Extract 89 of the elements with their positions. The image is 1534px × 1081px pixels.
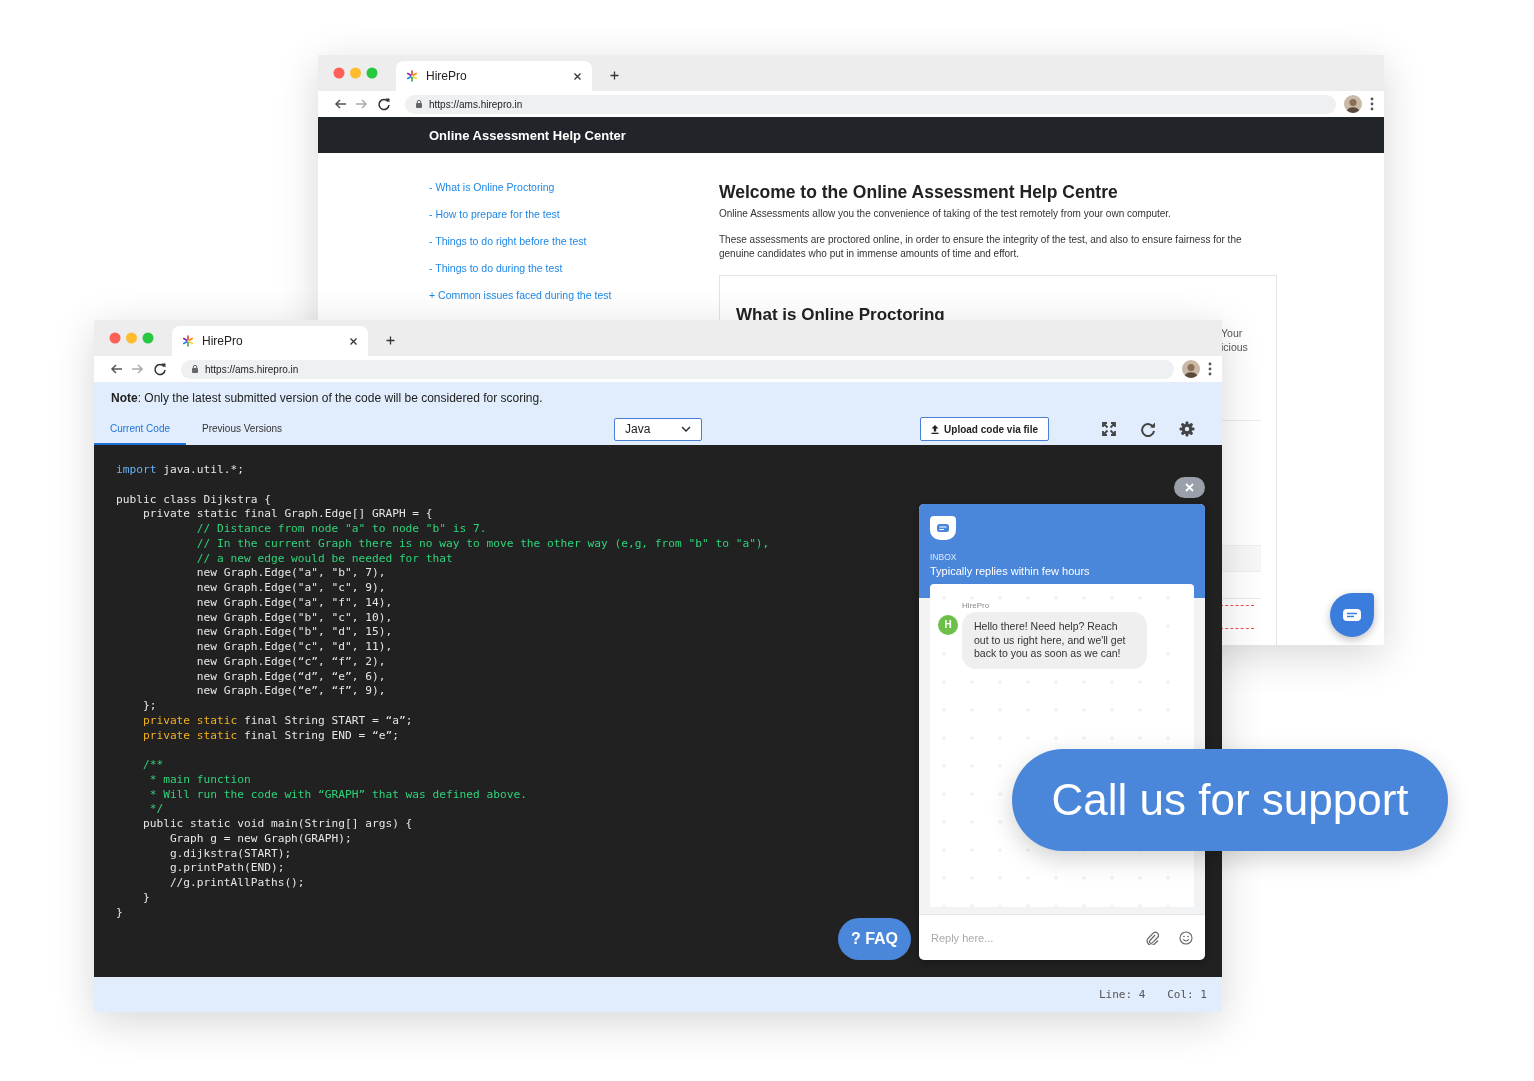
code-line: /** — [141, 758, 164, 773]
chat-launcher-button[interactable] — [1330, 593, 1374, 637]
reply-field[interactable]: Reply here... — [931, 931, 1125, 944]
code-line: // In the current Graph there is no way to move the other way (e,g, from "b" to "a"), — [195, 536, 770, 552]
browser-tab[interactable]: HirePro — [396, 61, 592, 91]
back-arrow-icon[interactable] — [109, 362, 123, 376]
line-indicator: Line: 4 — [1098, 988, 1146, 1001]
nav-link[interactable]: - How to prepare for the test — [429, 207, 560, 221]
more-icon[interactable] — [1208, 362, 1212, 376]
reload-icon[interactable] — [1140, 421, 1156, 437]
code-line: public class Dijkstra { — [116, 492, 271, 508]
close-chat-button[interactable] — [1174, 477, 1205, 498]
code-line: // Distance from node "a" to node "b" is 7. — [195, 522, 487, 537]
support-callout-text: Call us for support — [1051, 775, 1409, 825]
language-dropdown[interactable]: Java — [614, 417, 702, 441]
fullscreen-icon[interactable] — [1101, 421, 1117, 437]
address-bar[interactable]: https://ams.hirepro.in — [405, 94, 1336, 114]
reload-icon[interactable] — [377, 97, 391, 111]
code-line: private static final Graph.Edge[] GRAPH = { — [141, 507, 433, 522]
reply-time-text: Typically replies within few hours — [930, 564, 1091, 579]
plus-icon[interactable] — [386, 335, 395, 345]
code-line: */ — [148, 802, 164, 817]
code-line: new Graph.Edge("b", "c", 10), — [195, 610, 393, 626]
chevron-down-icon — [681, 426, 691, 432]
paperclip-icon[interactable] — [1145, 930, 1159, 945]
close-icon[interactable] — [573, 71, 582, 81]
note-text: Note: Only the latest submitted version of the code will be considered for scoring. — [110, 390, 544, 405]
nav-link[interactable]: - Things to do during the test — [429, 261, 563, 275]
sender-name: HirePro — [962, 600, 991, 612]
settings-icon[interactable] — [1179, 421, 1195, 437]
faq-button[interactable]: ? FAQ — [838, 918, 911, 960]
sender-avatar: H — [938, 615, 958, 635]
code-line: g.printPath(END); — [168, 861, 285, 876]
code-line: // a new edge would be needed for that — [195, 551, 453, 567]
window-controls-icon — [333, 67, 378, 79]
card-heading: What is Online Proctoring — [736, 304, 946, 326]
code-line: }; — [141, 699, 157, 714]
code-line: g.dijkstra(START); — [168, 846, 292, 862]
text-fragment: icious — [1221, 340, 1249, 354]
code-line: * main function — [148, 772, 251, 788]
lock-icon — [191, 364, 199, 374]
chat-icon — [930, 516, 956, 540]
paragraph: Online Assessments allow you the convenience of taking of the test remotely from your own computer. — [719, 207, 1172, 221]
upload-icon — [931, 424, 940, 434]
code-line: private static final String END = “e”; — [141, 728, 399, 744]
emoji-icon[interactable] — [1179, 930, 1193, 945]
reload-icon[interactable] — [153, 362, 167, 376]
code-line: new Graph.Edge("c", "d", 11), — [195, 640, 393, 655]
back-arrow-icon[interactable] — [333, 97, 347, 111]
code-line: new Graph.Edge("a", "c", 9), — [195, 581, 386, 596]
browser-tab[interactable]: HirePro — [172, 326, 368, 356]
page-heading: Welcome to the Online Assessment Help Centre — [719, 181, 1119, 204]
site-title: Online Assessment Help Center — [429, 127, 626, 143]
text-fragment: Your — [1221, 326, 1244, 340]
window-controls-icon — [109, 332, 154, 344]
code-line: new Graph.Edge(“c”, “f”, 2), — [195, 654, 386, 670]
close-icon — [1185, 483, 1194, 492]
logo-icon — [406, 70, 418, 82]
code-line: //g.printAllPaths(); — [168, 876, 305, 891]
paragraph: These assessments are proctored online, in order to ensure the integrity of the test, and also to ensure fairness for the genuine candidates who put in immense amounts of time and effort. — [719, 233, 1243, 261]
code-line: new Graph.Edge("a", "b", 7), — [195, 566, 386, 581]
address-bar[interactable]: https://ams.hirepro.in — [181, 359, 1174, 379]
message-bubble: Hello there! Need help? Reach out to us right here, and we'll get back to you as soon as we can! — [962, 612, 1147, 669]
plus-icon[interactable] — [610, 70, 619, 80]
code-line: public static void main(String[] args) { — [141, 817, 413, 832]
code-line: import java.util.*; — [116, 463, 244, 478]
nav-link[interactable]: - What is Online Proctoring — [429, 180, 555, 194]
code-line: new Graph.Edge(“d”, “e”, 6), — [195, 669, 386, 685]
close-icon[interactable] — [349, 336, 358, 346]
code-line: Graph g = new Graph(GRAPH); — [168, 831, 352, 847]
column-indicator: Col: 1 — [1167, 988, 1207, 1001]
code-line: private static final String START = “a”; — [141, 713, 413, 729]
avatar-icon[interactable] — [1182, 360, 1200, 378]
avatar-icon[interactable] — [1344, 95, 1362, 113]
nav-link[interactable]: - Things to do right before the test — [429, 234, 587, 248]
logo-icon — [182, 335, 194, 347]
editor-tab[interactable]: Previous Versions — [186, 414, 299, 445]
code-line: new Graph.Edge("b", "d", 15), — [195, 625, 393, 640]
code-line: * Will run the code with “GRAPH” that was defined above. — [148, 787, 527, 803]
code-line: new Graph.Edge(“e”, “f”, 9), — [195, 684, 386, 699]
code-line: new Graph.Edge("a", "f", 14), — [195, 595, 393, 611]
inbox-label: INBOX — [930, 552, 958, 563]
nav-link[interactable]: + Common issues faced during the test — [429, 288, 612, 302]
chat-icon — [1343, 609, 1361, 621]
code-line: } — [141, 890, 150, 906]
upload-button[interactable]: Upload code via file — [920, 417, 1049, 441]
code-line: } — [116, 905, 123, 921]
more-icon[interactable] — [1370, 97, 1374, 111]
lock-icon — [415, 99, 423, 109]
